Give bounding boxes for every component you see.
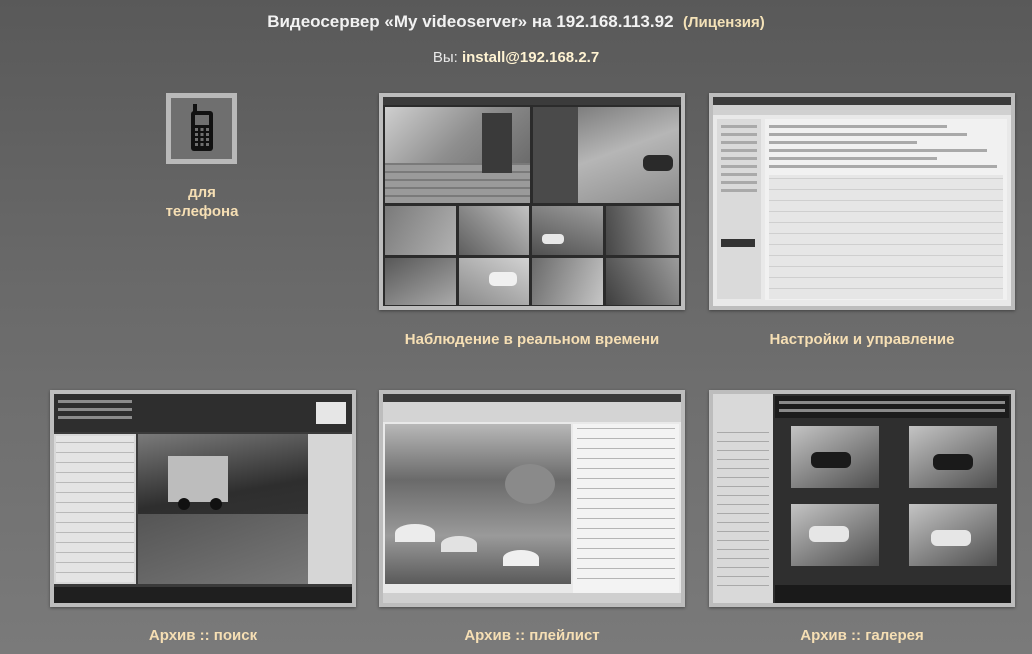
- phone-label-line2: телефона: [165, 203, 239, 220]
- server-title: Видеосервер «My videoserver» на 192.168.…: [267, 12, 674, 31]
- archive-gallery-screen: [713, 394, 1011, 603]
- archive-search-screen: [54, 394, 352, 603]
- archive-search-label[interactable]: Архив :: поиск: [50, 626, 356, 645]
- camera-feed: [385, 206, 456, 255]
- live-view-thumbnail[interactable]: [379, 93, 685, 310]
- live-view-label[interactable]: Наблюдение в реальном времени: [379, 330, 685, 349]
- camera-feed: [533, 107, 679, 203]
- settings-screen: [713, 97, 1011, 306]
- camera-feed: [138, 434, 352, 584]
- camera-feed: [532, 258, 603, 305]
- archive-playlist-thumbnail[interactable]: [379, 390, 685, 607]
- camera-feed: [909, 426, 997, 488]
- live-view-screen: [383, 97, 681, 306]
- window-titlebar: [713, 97, 1011, 105]
- settings-thumbnail[interactable]: [709, 93, 1015, 310]
- license-link[interactable]: (Лицензия): [683, 14, 765, 31]
- camera-feed: [459, 258, 529, 305]
- camera-feed: [385, 107, 530, 203]
- user-login: install@192.168.2.7: [461, 49, 600, 66]
- settings-label[interactable]: Настройки и управление: [709, 330, 1015, 349]
- phone-label-line1: для: [188, 184, 216, 201]
- user-line: Вы: install@192.168.2.7: [0, 49, 1032, 66]
- phone-thumbnail[interactable]: [166, 93, 237, 164]
- camera-feed: [791, 504, 879, 566]
- camera-feed: [385, 258, 456, 305]
- archive-gallery-label[interactable]: Архив :: галерея: [709, 626, 1015, 645]
- mobile-phone-icon: [191, 104, 213, 151]
- page-title: Видеосервер «My videoserver» на 192.168.…: [0, 12, 1032, 32]
- camera-feed: [791, 426, 879, 488]
- user-prefix: Вы:: [432, 49, 458, 66]
- window-titlebar: [383, 394, 681, 402]
- archive-playlist-label[interactable]: Архив :: плейлист: [379, 626, 685, 645]
- camera-feed: [385, 424, 571, 584]
- camera-feed: [909, 504, 997, 566]
- archive-search-thumbnail[interactable]: [50, 390, 356, 607]
- phone-label[interactable]: для телефона: [150, 183, 254, 221]
- archive-playlist-screen: [383, 394, 681, 603]
- camera-feed: [606, 206, 679, 255]
- camera-feed: [606, 258, 679, 305]
- archive-gallery-thumbnail[interactable]: [709, 390, 1015, 607]
- camera-feed: [532, 206, 603, 255]
- camera-feed: [459, 206, 529, 255]
- window-titlebar: [383, 97, 681, 105]
